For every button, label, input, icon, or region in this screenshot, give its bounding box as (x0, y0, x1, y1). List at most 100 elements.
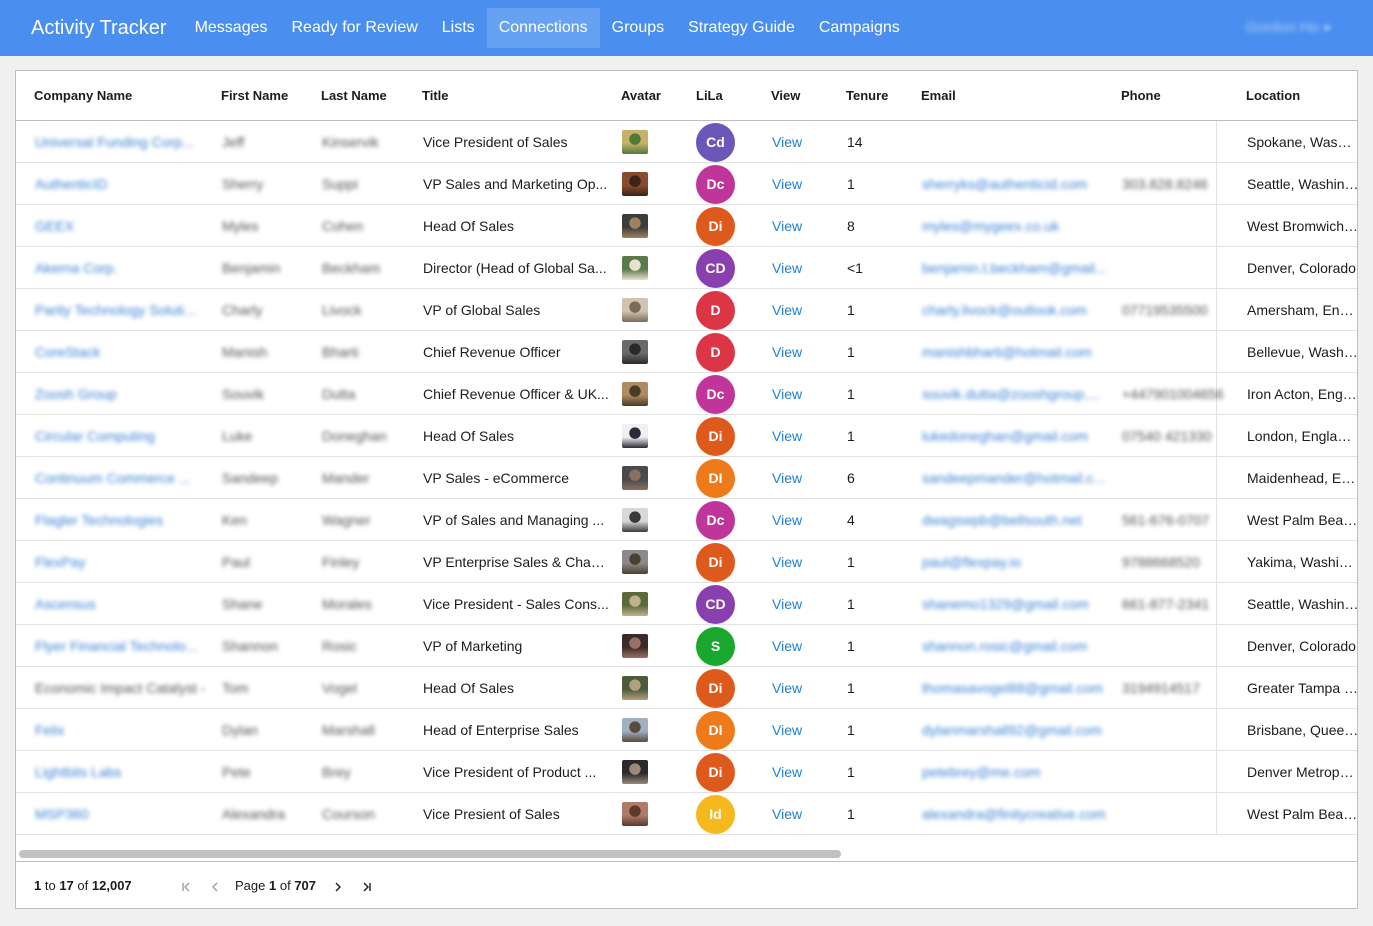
column-header-first-name[interactable]: First Name (221, 71, 288, 121)
first-name-cell: Sandeep (222, 470, 279, 486)
email-link[interactable]: benjamin.t.beckham@gmail... (922, 247, 1110, 289)
avatar (622, 298, 648, 322)
nav-item-strategy-guide[interactable]: Strategy Guide (676, 8, 807, 48)
email-link[interactable]: myles@mygeex.co.uk (922, 205, 1110, 247)
table-row[interactable]: Felix Dylan Marshall Head of Enterprise Sal… (16, 709, 1357, 751)
view-link[interactable]: View (772, 205, 835, 247)
view-link[interactable]: View (772, 541, 835, 583)
company-name-cell[interactable]: Flyer Financial Technolo... (35, 625, 213, 667)
table-row[interactable]: Lightbits Labs Pete Brey Vice President of … (16, 751, 1357, 793)
view-link[interactable]: View (772, 289, 835, 331)
column-header-lila[interactable]: LiLa (696, 71, 723, 121)
column-header-avatar[interactable]: Avatar (621, 71, 661, 121)
phone-cell: 3194914517 (1122, 680, 1200, 696)
table-row[interactable]: Ascensus Shane Morales Vice President - Sal… (16, 583, 1357, 625)
table-row[interactable]: FlexPay Paul Finley VP Enterprise Sales & C… (16, 541, 1357, 583)
brand-title[interactable]: Activity Tracker (0, 0, 183, 56)
table-row[interactable]: Flyer Financial Technolo... Shannon Rosic V… (16, 625, 1357, 667)
row-to: 17 (59, 878, 74, 893)
nav-item-groups[interactable]: Groups (600, 8, 676, 48)
column-header-title[interactable]: Title (422, 71, 449, 121)
view-link[interactable]: View (772, 121, 835, 163)
column-header-phone[interactable]: Phone (1121, 71, 1161, 121)
column-header-view[interactable]: View (771, 71, 800, 121)
nav-item-ready-for-review[interactable]: Ready for Review (280, 8, 430, 48)
email-link[interactable]: alexandra@finitycreative.com (922, 793, 1110, 835)
horizontal-scrollbar[interactable] (16, 847, 1357, 861)
view-link[interactable]: View (772, 247, 835, 289)
next-page-button[interactable] (330, 862, 346, 908)
email-link[interactable]: thomasavogel88@gmail.com (922, 667, 1110, 709)
company-name-cell[interactable]: Ascensus (35, 583, 213, 625)
company-name-cell[interactable]: GEEX (35, 205, 213, 247)
column-header-location[interactable]: Location (1246, 71, 1300, 121)
nav-item-messages[interactable]: Messages (183, 8, 280, 48)
view-link[interactable]: View (772, 163, 835, 205)
view-link[interactable]: View (772, 331, 835, 373)
company-name-cell[interactable]: Continuum Commerce ... (35, 457, 213, 499)
email-link[interactable]: souvik.dutta@zooshgroup.... (922, 373, 1110, 415)
first-page-button[interactable] (179, 862, 195, 908)
email-link[interactable] (922, 121, 1110, 163)
table-row[interactable]: Circular Computing Luke Doneghan Head Of Sa… (16, 415, 1357, 457)
company-name-cell[interactable]: CoreStack (35, 331, 213, 373)
company-name-cell[interactable]: Akerna Corp. (35, 247, 213, 289)
table-row[interactable]: Universal Funding Corp... Jeff Kinservik Vi… (16, 121, 1357, 163)
email-link[interactable]: paul@flexpay.io (922, 541, 1110, 583)
company-name-cell[interactable]: AuthenticID (35, 163, 213, 205)
nav-item-lists[interactable]: Lists (430, 8, 487, 48)
column-header-tenure[interactable]: Tenure (846, 71, 888, 121)
view-link[interactable]: View (772, 625, 835, 667)
email-link[interactable]: sandeepmander@hotmail.c... (922, 457, 1110, 499)
view-link[interactable]: View (772, 793, 835, 835)
company-name-cell[interactable]: Zoosh Group (35, 373, 213, 415)
phone-cell (1122, 121, 1234, 163)
prev-page-button[interactable] (207, 862, 223, 908)
email-link[interactable]: charly.livock@outlook.com (922, 289, 1110, 331)
table-row[interactable]: CoreStack Manish Bharti Chief Revenue Offic… (16, 331, 1357, 373)
company-name-cell[interactable]: Felix (35, 709, 213, 751)
view-link[interactable]: View (772, 373, 835, 415)
table-row[interactable]: GEEX Myles Cohen Head Of Sales Di View 8 myles@… (16, 205, 1357, 247)
view-link[interactable]: View (772, 709, 835, 751)
table-row[interactable]: Parity Technology Soluti... Charly Livock V… (16, 289, 1357, 331)
email-link[interactable]: dylanmarshall92@gmail.com (922, 709, 1110, 751)
location-cell: Denver Metropolitan Area (1247, 764, 1357, 780)
email-link[interactable]: shannon.rosic@gmail.com (922, 625, 1110, 667)
view-link[interactable]: View (772, 499, 835, 541)
table-row[interactable]: AuthenticID Sherry Suppi VP Sales and Marke… (16, 163, 1357, 205)
view-link[interactable]: View (772, 457, 835, 499)
scrollbar-thumb[interactable] (19, 850, 841, 858)
email-link[interactable]: petebrey@me.com (922, 751, 1110, 793)
table-row[interactable]: Continuum Commerce ... Sandeep Mander VP Sa… (16, 457, 1357, 499)
chevron-right-icon (335, 882, 341, 892)
table-row[interactable]: Economic Impact Catalyst - Tom Vogel Head … (16, 667, 1357, 709)
view-link[interactable]: View (772, 751, 835, 793)
company-name-cell[interactable]: Flagler Technologies (35, 499, 213, 541)
nav-item-campaigns[interactable]: Campaigns (807, 8, 912, 48)
company-name-cell[interactable]: MSP360 (35, 793, 213, 835)
email-link[interactable]: dwagswpb@bellsouth.net (922, 499, 1110, 541)
column-header-last-name[interactable]: Last Name (321, 71, 387, 121)
email-link[interactable]: manishbharti@hotmail.com (922, 331, 1110, 373)
table-row[interactable]: Zoosh Group Souvik Dutta Chief Revenue Offi… (16, 373, 1357, 415)
company-name-cell[interactable]: Lightbits Labs (35, 751, 213, 793)
company-name-cell[interactable]: FlexPay (35, 541, 213, 583)
last-page-button[interactable] (358, 862, 374, 908)
view-link[interactable]: View (772, 667, 835, 709)
company-name-cell[interactable]: Universal Funding Corp... (35, 121, 213, 163)
email-link[interactable]: lukedoneghan@gmail.com (922, 415, 1110, 457)
company-name-cell[interactable]: Circular Computing (35, 415, 213, 457)
table-row[interactable]: MSP360 Alexandra Courson Vice Presient of S… (16, 793, 1357, 835)
table-row[interactable]: Flagler Technologies Ken Wagner VP of Sales… (16, 499, 1357, 541)
table-row[interactable]: Akerna Corp. Benjamin Beckham Director (Hea… (16, 247, 1357, 289)
company-name-cell[interactable]: Parity Technology Soluti... (35, 289, 213, 331)
user-menu[interactable]: Gordon Ho (1246, 0, 1331, 56)
email-link[interactable]: shanemo1329@gmail.com (922, 583, 1110, 625)
email-link[interactable]: sherryks@authenticid.com (922, 163, 1110, 205)
view-link[interactable]: View (772, 583, 835, 625)
view-link[interactable]: View (772, 415, 835, 457)
column-header-email[interactable]: Email (921, 71, 956, 121)
column-header-company-name[interactable]: Company Name (34, 71, 132, 121)
nav-item-connections[interactable]: Connections (486, 8, 600, 48)
